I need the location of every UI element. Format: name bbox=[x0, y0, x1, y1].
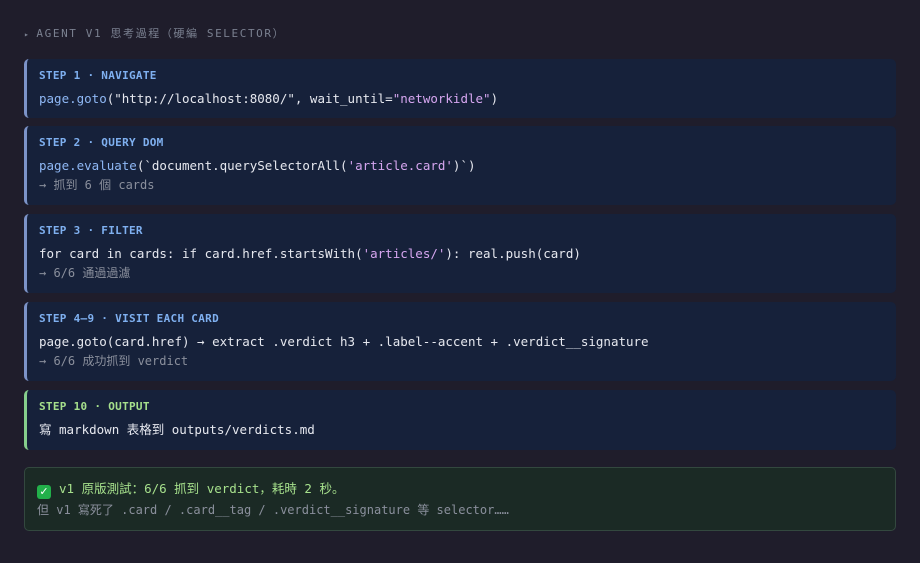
step-card-query-dom: STEP 2 · QUERY DOM page.evaluate(`docume… bbox=[24, 126, 896, 205]
step-code: page.evaluate(`document.querySelectorAll… bbox=[39, 158, 884, 174]
step-title: STEP 4–9 · VISIT EACH CARD bbox=[39, 312, 219, 325]
collapse-triangle-icon[interactable]: ▸ bbox=[24, 30, 30, 39]
step-code: page.goto(card.href) → extract .verdict … bbox=[39, 334, 649, 349]
step-code: page.goto("http://localhost:8080/", wait… bbox=[39, 91, 884, 107]
step-card-output: STEP 10 · OUTPUT 寫 markdown 表格到 outputs/… bbox=[24, 390, 896, 450]
code-text: )`) bbox=[452, 158, 476, 173]
code-text: ): real.push(card) bbox=[445, 246, 581, 261]
step-card-navigate: STEP 1 · NAVIGATE page.goto("http://loca… bbox=[24, 59, 896, 118]
step-code: 寫 markdown 表格到 outputs/verdicts.md bbox=[39, 422, 315, 437]
step-title: STEP 2 · QUERY DOM bbox=[39, 136, 164, 149]
step-title: STEP 3 · FILTER bbox=[39, 224, 143, 237]
step-card-visit-each: STEP 4–9 · VISIT EACH CARD page.goto(car… bbox=[24, 302, 896, 381]
result-box: ✓ v1 原版測試：6/6 抓到 verdict，耗時 2 秒。 但 v1 寫死了… bbox=[24, 467, 896, 531]
code-text: for card in cards: if card.href.startsWi… bbox=[39, 246, 363, 261]
step-note: → 6/6 通過過濾 bbox=[39, 266, 131, 280]
step-note: → 6/6 成功抓到 verdict bbox=[39, 354, 189, 368]
code-text: ) bbox=[490, 91, 499, 106]
code-function: page.goto bbox=[39, 91, 107, 106]
code-string: 'articles/' bbox=[362, 246, 446, 261]
section-header: ▸ AGENT V1 思考過程（硬編 SELECTOR） bbox=[24, 25, 285, 41]
step-title: STEP 1 · NAVIGATE bbox=[39, 69, 157, 82]
step-card-filter: STEP 3 · FILTER for card in cards: if ca… bbox=[24, 214, 896, 293]
step-code: for card in cards: if card.href.startsWi… bbox=[39, 246, 884, 262]
code-string: 'article.card' bbox=[347, 158, 453, 173]
result-main-text: v1 原版測試：6/6 抓到 verdict，耗時 2 秒。 bbox=[59, 481, 345, 496]
code-string: "networkidle" bbox=[392, 91, 491, 106]
step-note: → 抓到 6 個 cards bbox=[39, 178, 155, 192]
code-text: (`document.querySelectorAll( bbox=[136, 158, 348, 173]
step-title: STEP 10 · OUTPUT bbox=[39, 400, 150, 413]
result-sub: 但 v1 寫死了 .card / .card__tag / .verdict__… bbox=[37, 503, 509, 517]
section-header-title: AGENT V1 思考過程（硬編 SELECTOR） bbox=[36, 27, 286, 40]
code-text: ("http://localhost:8080/", wait_until= bbox=[106, 91, 393, 106]
check-mark-icon: ✓ bbox=[37, 485, 51, 499]
result-main: ✓ v1 原版測試：6/6 抓到 verdict，耗時 2 秒。 bbox=[37, 481, 883, 499]
code-function: page.evaluate bbox=[39, 158, 137, 173]
